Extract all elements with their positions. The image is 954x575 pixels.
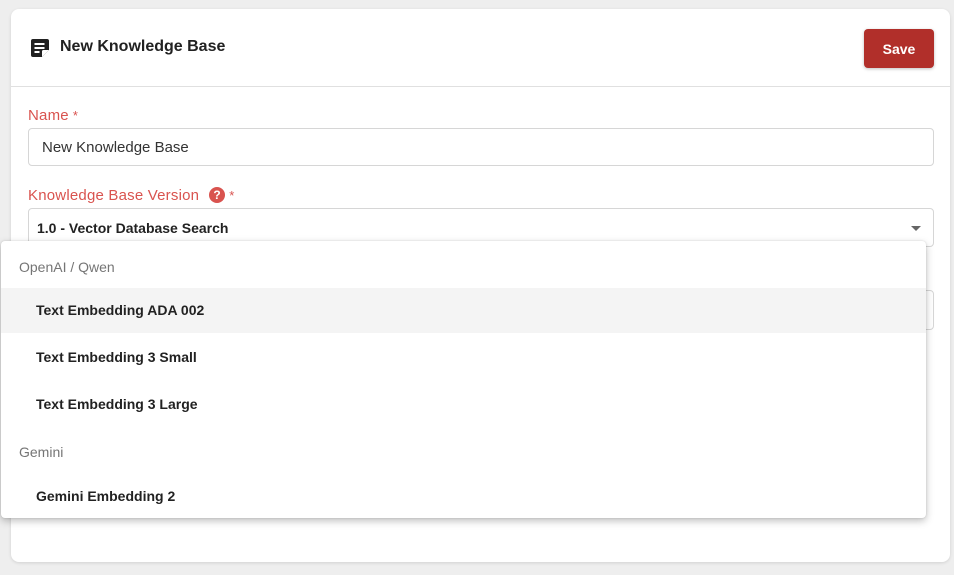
card-header: New Knowledge Base Save xyxy=(11,9,950,87)
version-select-value: 1.0 - Vector Database Search xyxy=(37,220,229,236)
version-label: Knowledge Base Version? * xyxy=(28,187,234,205)
name-label: Name * xyxy=(28,107,78,125)
name-input[interactable] xyxy=(28,128,934,166)
name-required-mark: * xyxy=(72,108,79,123)
document-edit-icon xyxy=(31,39,49,57)
option-text-embedding-3-small[interactable]: Text Embedding 3 Small xyxy=(1,335,926,380)
page-title: New Knowledge Base xyxy=(60,38,226,55)
save-button[interactable]: Save xyxy=(864,29,934,68)
help-icon[interactable]: ? xyxy=(209,187,226,203)
option-text-embedding-3-large[interactable]: Text Embedding 3 Large xyxy=(1,382,926,427)
chevron-down-icon xyxy=(911,226,921,231)
group-header-openai: OpenAI / Qwen xyxy=(19,259,115,275)
group-header-gemini: Gemini xyxy=(19,444,64,460)
version-label-text: Knowledge Base Version xyxy=(28,187,200,204)
embedding-model-dropdown: OpenAI / Qwen Text Embedding ADA 002 Tex… xyxy=(1,241,926,518)
option-text-embedding-ada-002[interactable]: Text Embedding ADA 002 xyxy=(1,288,926,333)
version-required-mark: * xyxy=(229,188,235,203)
option-gemini-embedding-2[interactable]: Gemini Embedding 2 xyxy=(1,474,926,518)
name-label-text: Name xyxy=(28,107,69,124)
